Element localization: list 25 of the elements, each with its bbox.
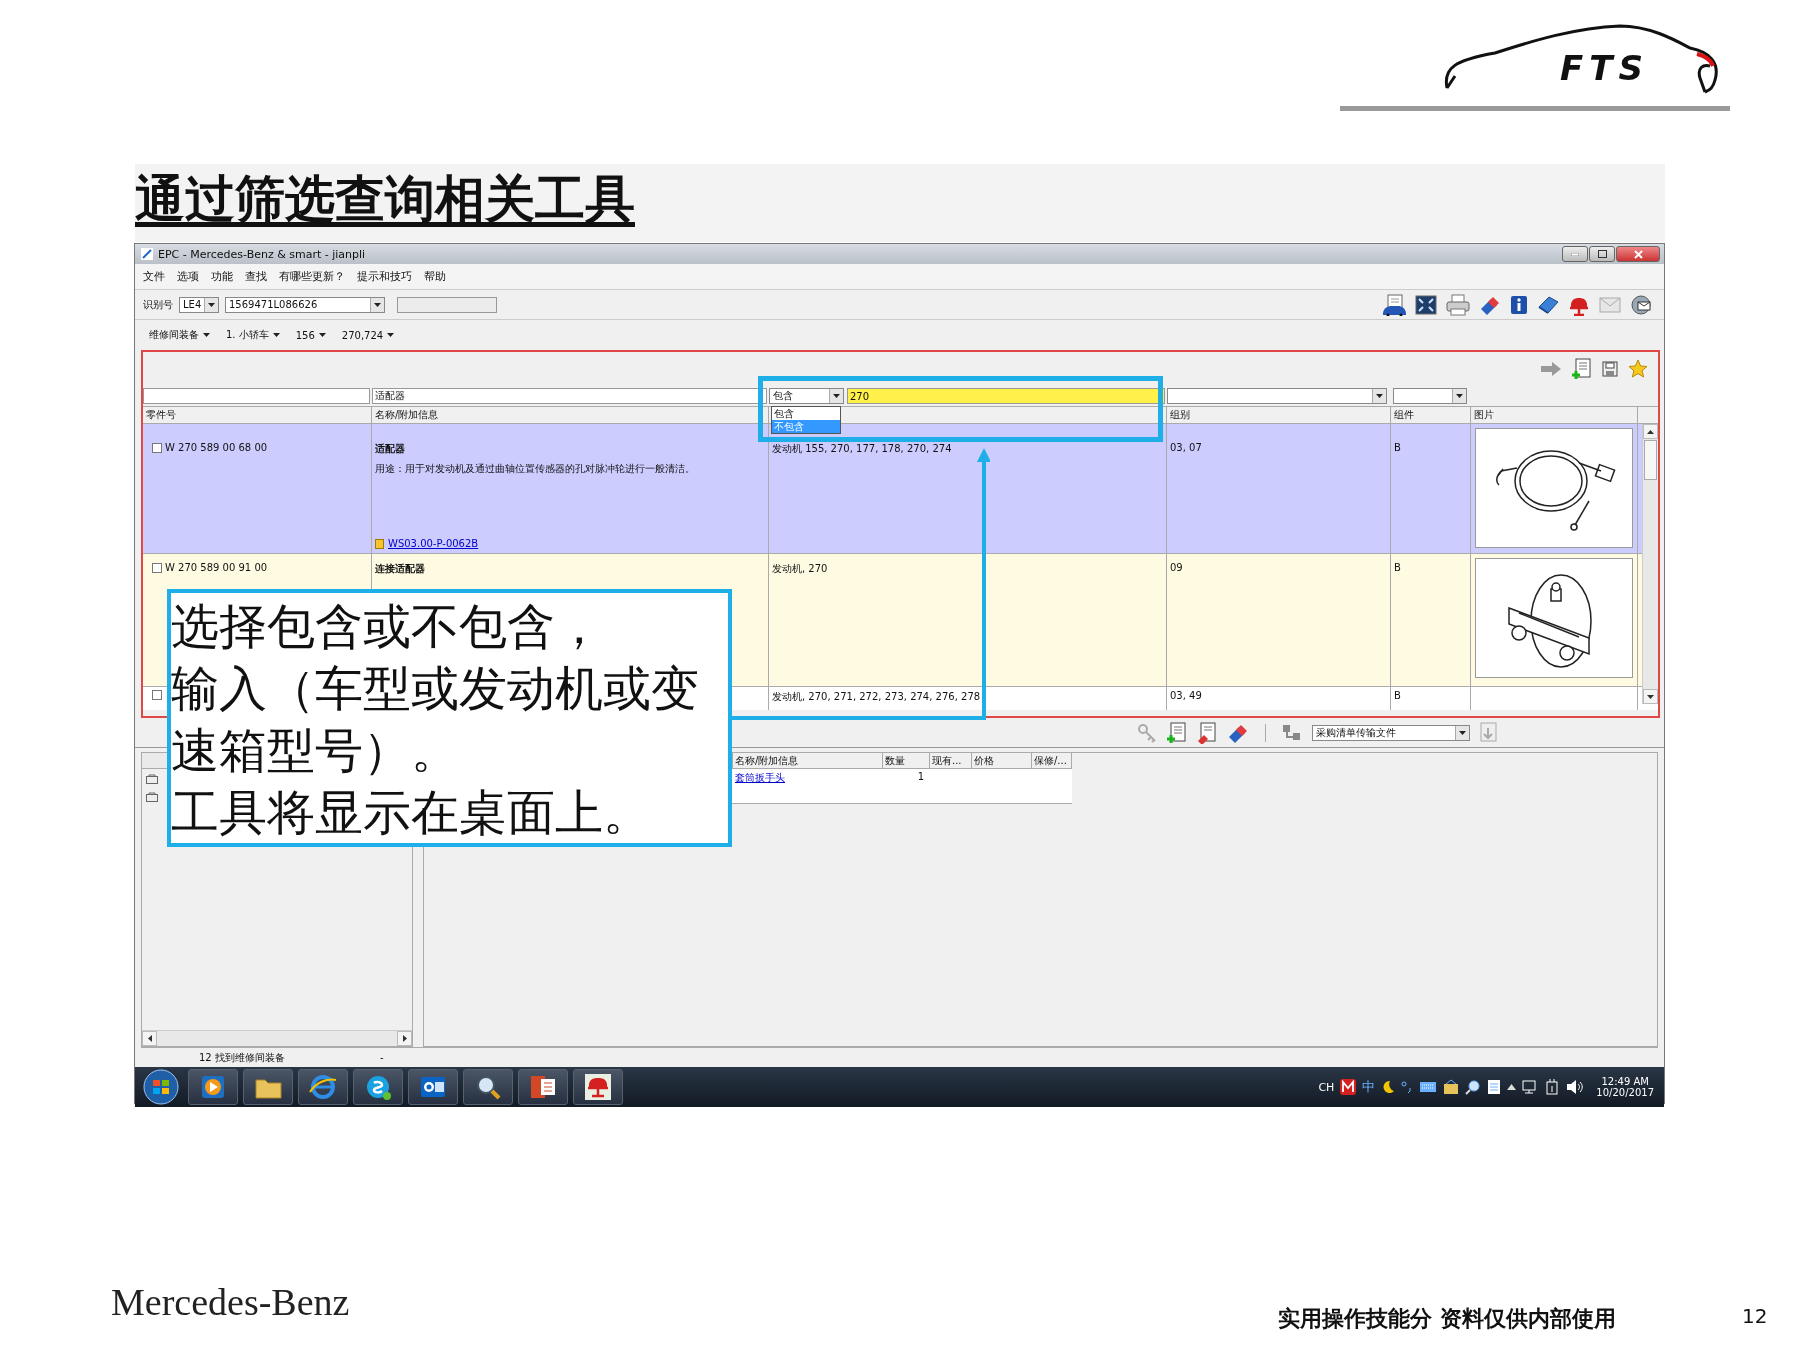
page-number: 12 xyxy=(1742,1304,1768,1328)
brand-name: Mercedes-Benz xyxy=(111,1280,350,1324)
status-text: - xyxy=(379,1052,384,1063)
table-cell-text: 用途：用于对发动机及通过曲轴位置传感器的孔对脉冲轮进行一般清洁。 xyxy=(375,462,696,476)
window-title: EPC - Mercedes-Benz & smart - jianpli xyxy=(158,247,366,261)
table-cell: W 270 589 00 91 00 xyxy=(165,562,268,573)
callout-tooltip: 选择包含或不包含， 输入（车型或发动机或变 速箱型号）。 工具将显示在桌面上。 xyxy=(167,589,732,847)
table-cell-text: 发动机, 270, 271, 272, 273, 274, 276, 278 xyxy=(772,690,982,704)
table-cell-text: 03, 07 xyxy=(1170,442,1203,453)
table-cell-text: 适配器 xyxy=(375,442,406,456)
table-cell-text: 03, 49 xyxy=(1170,690,1203,701)
table-cell: 1 xyxy=(917,771,924,782)
field-label: 识别号 xyxy=(143,297,173,312)
logo-text: FTS xyxy=(1560,48,1649,88)
table-cell-text: B xyxy=(1394,562,1402,573)
table-cell-text: B xyxy=(1394,442,1402,453)
table-cell-text: B xyxy=(1394,690,1402,701)
footer-note: 实用操作技能分 资料仅供内部使用 xyxy=(1278,1305,1616,1333)
table-cell-text: 连接适配器 xyxy=(375,562,426,576)
status-text: 12 找到维修间装备 xyxy=(199,1050,285,1065)
slide-title: 通过筛选查询相关工具 xyxy=(135,168,635,230)
table-cell-text: 09 xyxy=(1170,562,1184,573)
table-cell-text: 发动机 155, 270, 177, 178, 270, 274 xyxy=(772,442,953,456)
table-cell: W 270 589 00 68 00 xyxy=(165,442,268,453)
table-cell-text: 发动机, 270 xyxy=(772,562,829,576)
